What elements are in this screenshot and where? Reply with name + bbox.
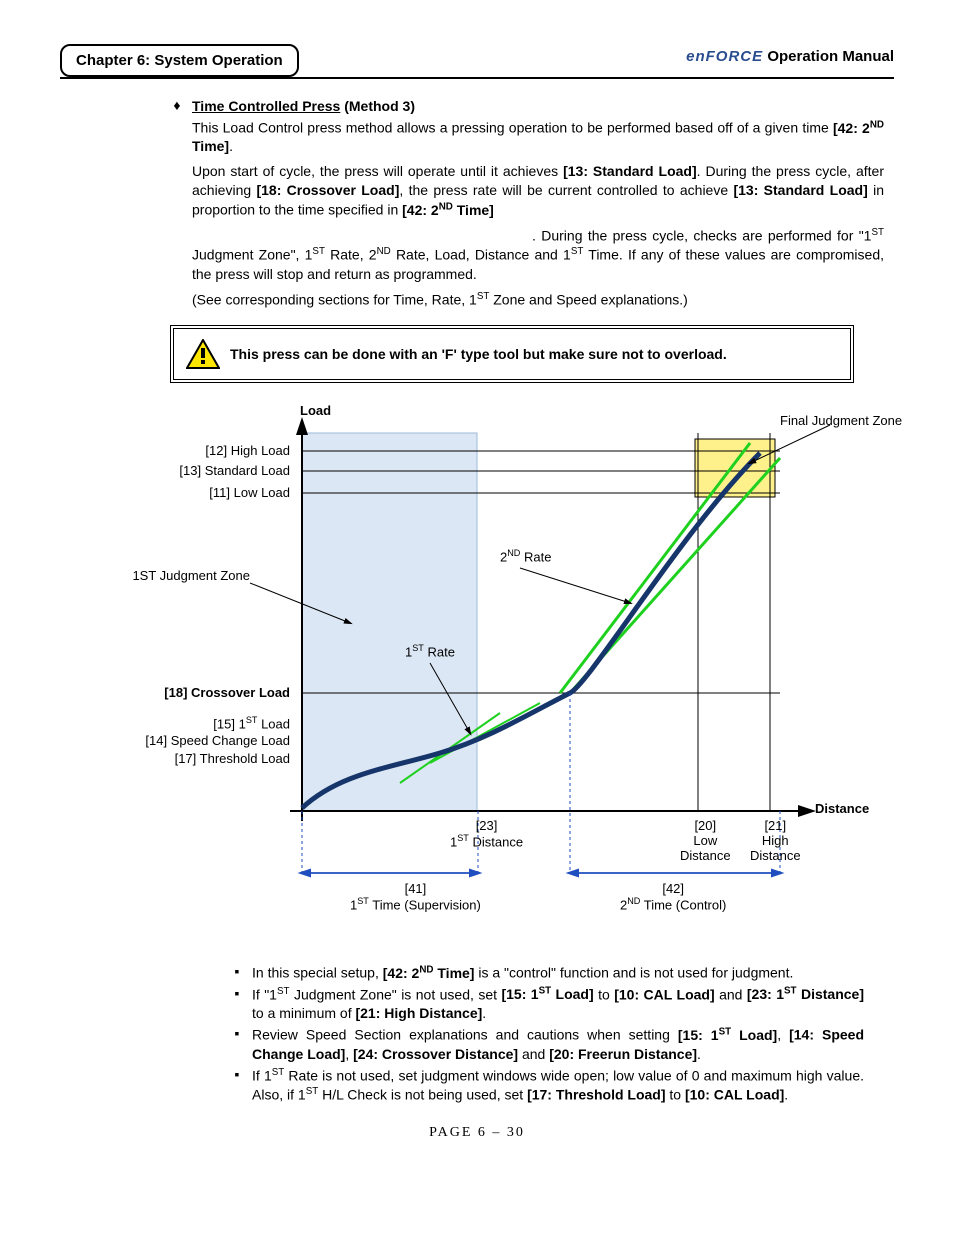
section-heading: Time Controlled Press (Method 3) <box>192 97 884 116</box>
label-23: [23]1ST Distance <box>450 818 523 849</box>
page-header: Chapter 6: System Operation enFORCE Oper… <box>60 40 894 79</box>
label-20: [20]LowDistance <box>680 818 731 863</box>
section-title-rest: (Method 3) <box>340 98 415 114</box>
page: Chapter 6: System Operation enFORCE Oper… <box>0 0 954 1171</box>
manual-title: enFORCE Operation Manual <box>686 48 894 65</box>
label-1st-rate: 1ST Rate <box>405 643 455 659</box>
label-42: [42]2ND Time (Control) <box>620 881 726 912</box>
section-title-underlined: Time Controlled Press <box>192 98 340 114</box>
diamond-bullet-icon: ♦ <box>170 97 184 116</box>
note-2: ▪ If "1ST Judgment Zone" is not used, se… <box>230 985 864 1023</box>
label-low-load: [11] Low Load <box>170 485 290 500</box>
axis-label-load: Load <box>300 403 331 418</box>
label-41: [41]1ST Time (Supervision) <box>350 881 481 912</box>
main-content: ♦ Time Controlled Press (Method 3) This … <box>170 97 884 309</box>
label-2nd-rate: 2ND Rate <box>500 548 551 564</box>
axis-label-distance: Distance <box>815 801 869 816</box>
square-bullet-icon: ▪ <box>230 1066 244 1105</box>
chapter-box: Chapter 6: System Operation <box>60 44 299 77</box>
manual-label: Operation Manual <box>767 48 894 65</box>
label-crossover-load: [18] Crossover Load <box>120 685 290 700</box>
label-high-load: [12] High Load <box>170 443 290 458</box>
paragraph-3: . During the press cycle, checks are per… <box>192 226 884 284</box>
square-bullet-icon: ▪ <box>230 985 244 1023</box>
note-1: ▪ In this special setup, [42: 2ND Time] … <box>230 963 864 983</box>
label-threshold-load: [17] Threshold Load <box>140 751 290 766</box>
page-number: PAGE 6 – 30 <box>60 1125 894 1141</box>
notes-list: ▪ In this special setup, [42: 2ND Time] … <box>230 963 864 1105</box>
label-21: [21]HighDistance <box>750 818 801 863</box>
section-heading-row: ♦ Time Controlled Press (Method 3) <box>170 97 884 116</box>
label-speed-change-load: [14] Speed Change Load <box>110 733 290 748</box>
label-1st-zone: 1ST Judgment Zone <box>110 568 250 583</box>
brand-logo-text: enFORCE <box>686 48 763 65</box>
label-final-zone: Final Judgment Zone <box>780 413 902 428</box>
chapter-text: Chapter 6: System Operation <box>76 52 283 69</box>
paragraph-2: Upon start of cycle, the press will oper… <box>192 162 884 219</box>
warning-icon <box>186 339 220 369</box>
load-distance-diagram: Load [12] High Load [13] Standard Load [… <box>90 403 864 943</box>
note-3: ▪ Review Speed Section explanations and … <box>230 1025 864 1063</box>
square-bullet-icon: ▪ <box>230 963 244 983</box>
label-standard-load: [13] Standard Load <box>150 463 290 478</box>
caution-text: This press can be done with an 'F' type … <box>230 346 727 362</box>
paragraph-1: This Load Control press method allows a … <box>192 118 884 156</box>
square-bullet-icon: ▪ <box>230 1025 244 1063</box>
caution-box: This press can be done with an 'F' type … <box>170 325 854 383</box>
label-1st-load: [15] 1ST Load <box>150 715 290 731</box>
paragraph-4: (See corresponding sections for Time, Ra… <box>192 290 884 310</box>
note-4: ▪ If 1ST Rate is not used, set judgment … <box>230 1066 864 1105</box>
